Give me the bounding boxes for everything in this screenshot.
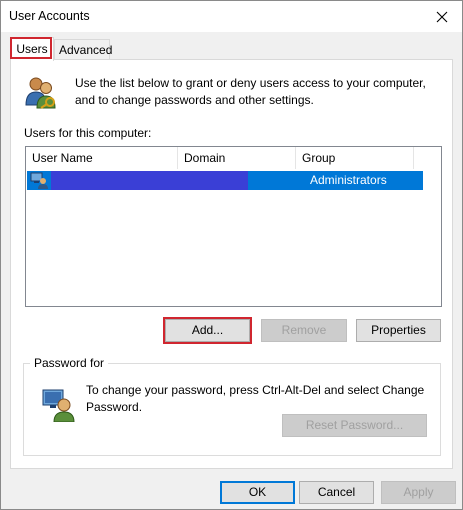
add-button[interactable]: Add... [163,317,252,344]
cancel-button[interactable]: Cancel [299,481,374,504]
tab-advanced-label: Advanced [59,43,113,57]
reset-password-label: Reset Password... [305,418,404,432]
close-icon [436,11,448,22]
properties-button[interactable]: Properties [356,319,441,342]
password-group: Password for To change your password, pr… [23,356,441,456]
tab-users[interactable]: Users [10,37,54,61]
cancel-button-label: Cancel [317,485,356,499]
row-group: Administrators [310,173,387,187]
close-button[interactable] [422,1,462,32]
password-legend: Password for [30,356,109,370]
apply-button-label: Apply [403,485,434,499]
users-section-label: Users for this computer: [24,126,152,140]
user-icon [30,172,48,189]
ok-button-label: OK [248,485,267,499]
redacted-user-name [51,171,248,190]
user-accounts-dialog: User Accounts Users Advanced Use the lis… [0,0,463,510]
user-password-icon [42,389,75,422]
users-icon [25,77,56,109]
window-title: User Accounts [9,9,90,23]
properties-button-label: Properties [371,323,426,337]
remove-button[interactable]: Remove [261,319,347,342]
column-user-name[interactable]: User Name [26,147,178,169]
users-list[interactable]: User Name Domain Group Administrators [25,146,442,307]
password-text: To change your password, press Ctrl-Alt-… [86,383,425,414]
info-text: Use the list below to grant or deny user… [75,76,426,107]
list-item[interactable]: Administrators [27,171,423,190]
title-bar: User Accounts [1,1,462,32]
tab-advanced[interactable]: Advanced [54,39,113,59]
ok-button[interactable]: OK [220,481,295,504]
users-tab-panel: Use the list below to grant or deny user… [10,59,453,469]
highlight-box [163,317,252,344]
reset-password-button[interactable]: Reset Password... [282,414,427,437]
remove-button-label: Remove [281,323,327,337]
apply-button[interactable]: Apply [381,481,456,504]
highlight-box [10,37,52,59]
column-group[interactable]: Group [296,147,414,169]
list-header: User Name Domain Group [26,147,441,169]
column-domain[interactable]: Domain [178,147,296,169]
